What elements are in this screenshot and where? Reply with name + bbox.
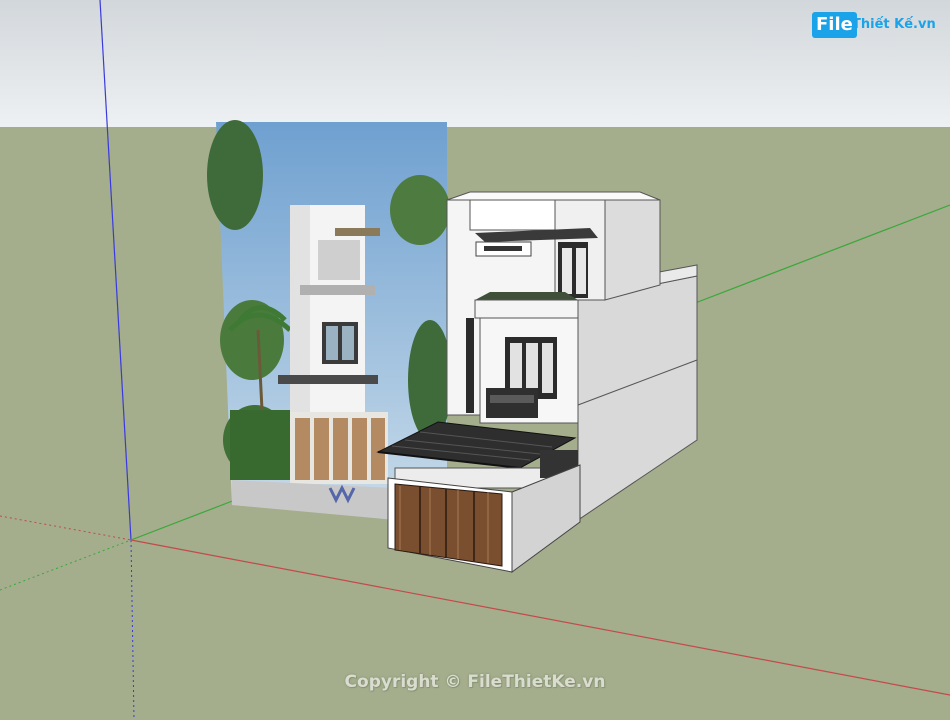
logo-file-text: File [812, 12, 857, 38]
logo-rest-text: Thiết Kế.vn [852, 17, 936, 32]
3d-viewport[interactable] [0, 0, 950, 720]
site-logo: File Thiết Kế.vn [812, 10, 936, 42]
copyright-watermark: Copyright © FileThietKe.vn [344, 672, 606, 692]
reference-photo[interactable] [207, 120, 452, 520]
sky-background [0, 0, 950, 127]
